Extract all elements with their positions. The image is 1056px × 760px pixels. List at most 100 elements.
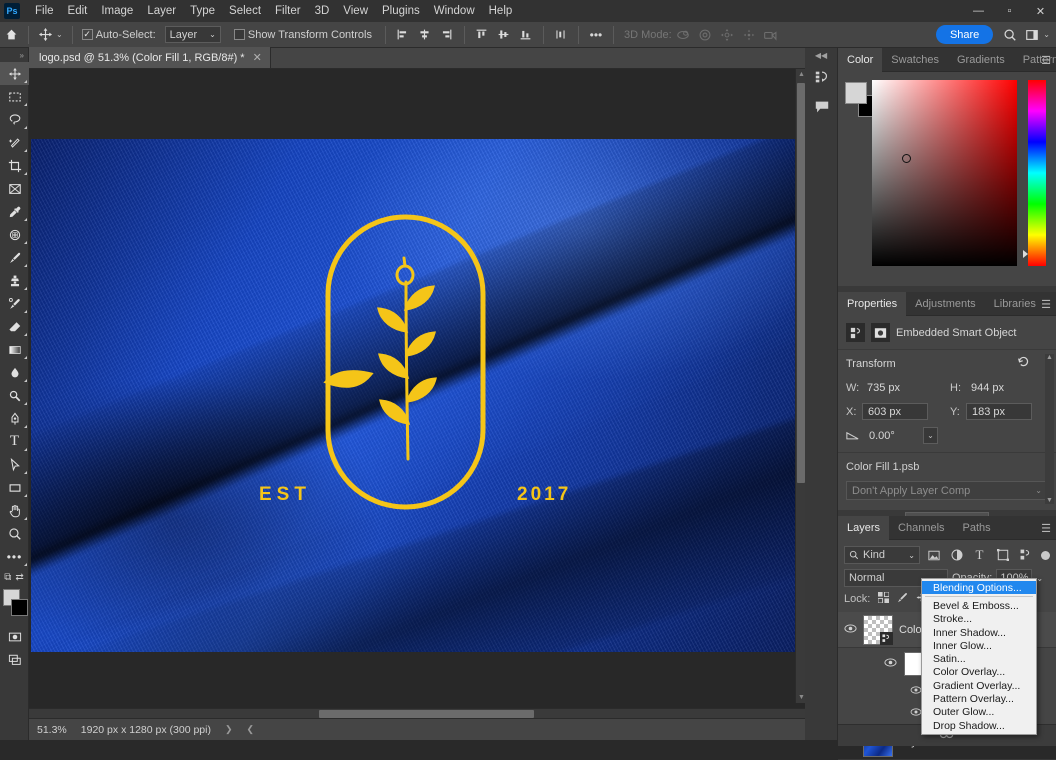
close-button[interactable]: ✕ <box>1025 0 1056 22</box>
toolbar-collapse-button[interactable]: » <box>0 48 28 62</box>
menu-item-gradient-overlay[interactable]: Gradient Overlay... <box>922 679 1036 692</box>
mask-visibility-icon[interactable] <box>884 658 897 670</box>
scroll-down-arrow[interactable]: ▼ <box>798 694 805 701</box>
menu-item-image[interactable]: Image <box>94 2 140 20</box>
frame-tool[interactable] <box>0 177 29 200</box>
history-icon[interactable] <box>805 62 838 92</box>
align-bottom-edges-icon[interactable] <box>515 25 537 45</box>
edit-toolbar-button[interactable]: ••• <box>0 545 29 568</box>
filter-adjustment-icon[interactable] <box>947 546 966 564</box>
tab-libraries[interactable]: Libraries <box>985 292 1045 316</box>
panel-menu-icon[interactable]: ☰ <box>1041 54 1051 67</box>
filter-toggle-icon[interactable] <box>1041 550 1050 560</box>
maximize-button[interactable]: ▫ <box>994 0 1025 22</box>
roll-3d-icon[interactable] <box>694 25 716 45</box>
menu-item-select[interactable]: Select <box>222 2 268 20</box>
rectangular-marquee-tool[interactable] <box>0 85 29 108</box>
pen-tool[interactable] <box>0 407 29 430</box>
workspace-chevron-icon[interactable]: ⌄ <box>1043 30 1050 39</box>
search-icon[interactable] <box>999 25 1021 45</box>
menu-item-blending-options[interactable]: Blending Options... <box>922 581 1036 595</box>
panel-menu-icon[interactable]: ☰ <box>1041 298 1051 311</box>
pan-3d-icon[interactable] <box>716 25 738 45</box>
active-tool-preset[interactable]: ⌄ <box>35 27 66 42</box>
status-next-arrow[interactable]: ❯ <box>225 724 233 735</box>
tab-color[interactable]: Color <box>838 47 883 72</box>
zoom-level[interactable]: 51.3% <box>37 724 67 736</box>
height-value[interactable]: 944 px <box>966 379 1032 396</box>
filter-shape-icon[interactable] <box>993 546 1012 564</box>
menu-item-window[interactable]: Window <box>427 2 482 20</box>
document-tab[interactable]: logo.psd @ 51.3% (Color Fill 1, RGB/8#) … <box>29 47 271 68</box>
show-transform-controls-checkbox[interactable]: Show Transform Controls <box>231 29 375 41</box>
color-swatches[interactable] <box>0 587 29 621</box>
menu-item-edit[interactable]: Edit <box>61 2 95 20</box>
filter-kind-dropdown[interactable]: Kind ⌄ <box>844 546 920 564</box>
lock-image-pixels-icon[interactable] <box>897 592 908 606</box>
swap-colors-icon[interactable]: ⧉ <box>4 572 11 583</box>
align-vertical-centers-icon[interactable] <box>493 25 515 45</box>
eraser-tool[interactable] <box>0 315 29 338</box>
menu-item-stroke[interactable]: Stroke... <box>922 613 1036 626</box>
horizontal-type-tool[interactable]: T <box>0 430 29 453</box>
lock-transparent-pixels-icon[interactable] <box>877 591 890 606</box>
align-right-edges-icon[interactable] <box>436 25 458 45</box>
rectangle-tool[interactable] <box>0 476 29 499</box>
more-options-icon[interactable]: ••• <box>585 25 607 45</box>
path-selection-tool[interactable] <box>0 453 29 476</box>
scroll-up-arrow[interactable]: ▲ <box>1045 354 1054 361</box>
default-colors-icon[interactable]: ⇄ <box>15 572 23 583</box>
color-spectrum-field[interactable] <box>872 80 1017 266</box>
clone-stamp-tool[interactable] <box>0 269 29 292</box>
menu-item-3d[interactable]: 3D <box>308 2 337 20</box>
home-icon[interactable] <box>0 25 22 45</box>
align-top-edges-icon[interactable] <box>471 25 493 45</box>
foreground-color-swatch[interactable] <box>845 82 867 104</box>
tab-swatches[interactable]: Swatches <box>882 48 948 72</box>
lasso-tool[interactable] <box>0 108 29 131</box>
align-left-edges-icon[interactable] <box>392 25 414 45</box>
menu-item-outer-glow[interactable]: Outer Glow... <box>922 706 1036 719</box>
history-brush-tool[interactable] <box>0 292 29 315</box>
menu-item-view[interactable]: View <box>336 2 375 20</box>
tab-properties[interactable]: Properties <box>838 291 907 316</box>
tab-paths[interactable]: Paths <box>954 516 1000 540</box>
properties-scrollbar[interactable]: ▲ ▼ <box>1045 354 1054 504</box>
layer-style-context-menu[interactable]: Blending Options... Bevel & Emboss... Stro… <box>921 578 1037 736</box>
menu-item-color-overlay[interactable]: Color Overlay... <box>922 666 1036 679</box>
menu-item-pattern-overlay[interactable]: Pattern Overlay... <box>922 692 1036 705</box>
menu-item-drop-shadow[interactable]: Drop Shadow... <box>922 719 1036 732</box>
scrollbar-thumb[interactable] <box>797 83 805 483</box>
crop-tool[interactable] <box>0 154 29 177</box>
menu-item-type[interactable]: Type <box>183 2 222 20</box>
menu-item-layer[interactable]: Layer <box>140 2 183 20</box>
hand-tool[interactable] <box>0 499 29 522</box>
quick-mask-icon[interactable] <box>0 625 29 648</box>
angle-value-input[interactable]: 0.00° <box>865 427 917 444</box>
menu-item-file[interactable]: File <box>28 2 61 20</box>
screen-mode-icon[interactable] <box>0 648 29 671</box>
angle-dropdown-icon[interactable]: ⌄ <box>923 427 938 444</box>
move-tool[interactable] <box>0 62 29 85</box>
workspace-icon[interactable] <box>1021 25 1043 45</box>
blur-tool[interactable] <box>0 361 29 384</box>
camera-3d-icon[interactable] <box>760 25 782 45</box>
menu-item-inner-glow[interactable]: Inner Glow... <box>922 639 1036 652</box>
orbit-3d-icon[interactable] <box>672 25 694 45</box>
filter-pixel-icon[interactable] <box>924 546 943 564</box>
status-prev-arrow[interactable]: ❮ <box>247 724 255 735</box>
tab-adjustments[interactable]: Adjustments <box>906 292 985 316</box>
panel-menu-icon[interactable]: ☰ <box>1041 522 1051 535</box>
auto-select-scope-dropdown[interactable]: Layer ⌄ <box>164 26 221 43</box>
close-icon[interactable]: ✕ <box>253 51 262 64</box>
layer-thumbnail[interactable] <box>863 614 893 645</box>
minimize-button[interactable]: — <box>963 0 994 22</box>
reset-icon[interactable] <box>1017 355 1030 371</box>
spot-healing-brush-tool[interactable] <box>0 223 29 246</box>
comments-icon[interactable] <box>805 92 838 122</box>
gradient-tool[interactable] <box>0 338 29 361</box>
artboard[interactable]: EST 2017 STERLING COOPER <box>31 139 801 652</box>
scroll-up-arrow[interactable]: ▲ <box>798 71 805 78</box>
layer-comp-dropdown[interactable]: Don't Apply Layer Comp ⌄ <box>846 481 1048 500</box>
canvas-horizontal-scrollbar[interactable] <box>29 708 805 718</box>
